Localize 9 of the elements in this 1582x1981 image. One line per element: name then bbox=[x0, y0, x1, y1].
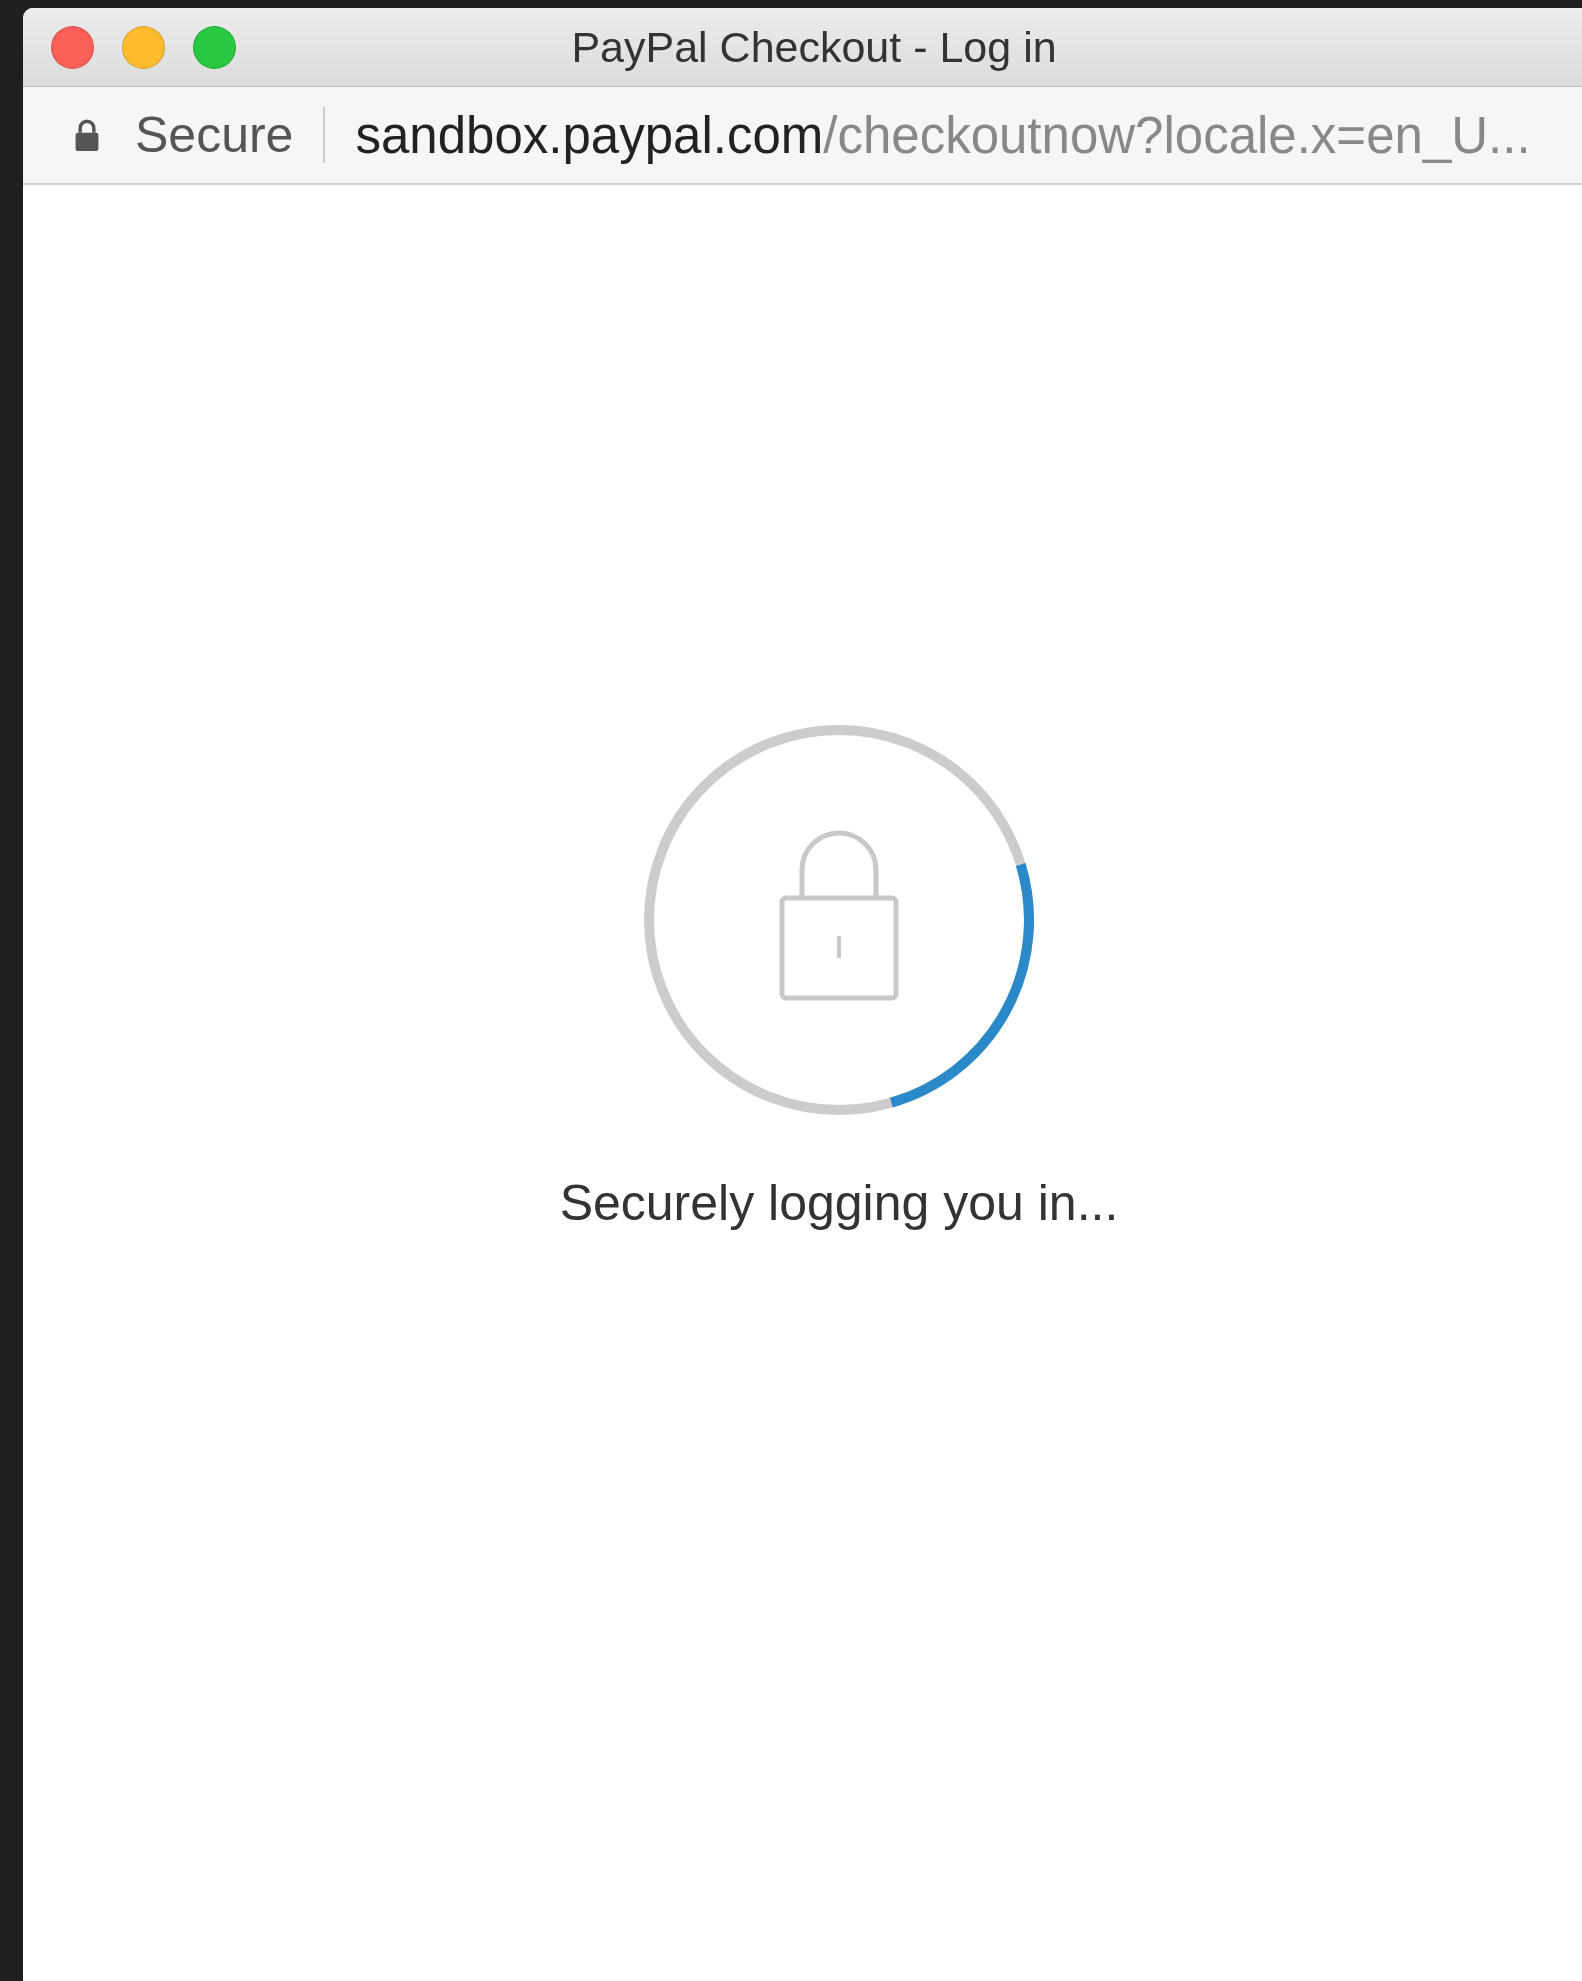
loading-message: Securely logging you in... bbox=[559, 1174, 1119, 1232]
minimize-button[interactable] bbox=[122, 25, 165, 69]
address-bar[interactable]: Secure sandbox.paypal.com/checkoutnow?locale.x=en_U... bbox=[23, 87, 1582, 185]
padlock-icon bbox=[73, 119, 101, 151]
window-title: PayPal Checkout - Log in bbox=[571, 22, 1057, 72]
close-button[interactable] bbox=[51, 25, 94, 69]
url-text: sandbox.paypal.com/checkoutnow?locale.x=en_U... bbox=[355, 105, 1531, 165]
security-label: Secure bbox=[135, 106, 294, 164]
zoom-button[interactable] bbox=[193, 25, 236, 69]
